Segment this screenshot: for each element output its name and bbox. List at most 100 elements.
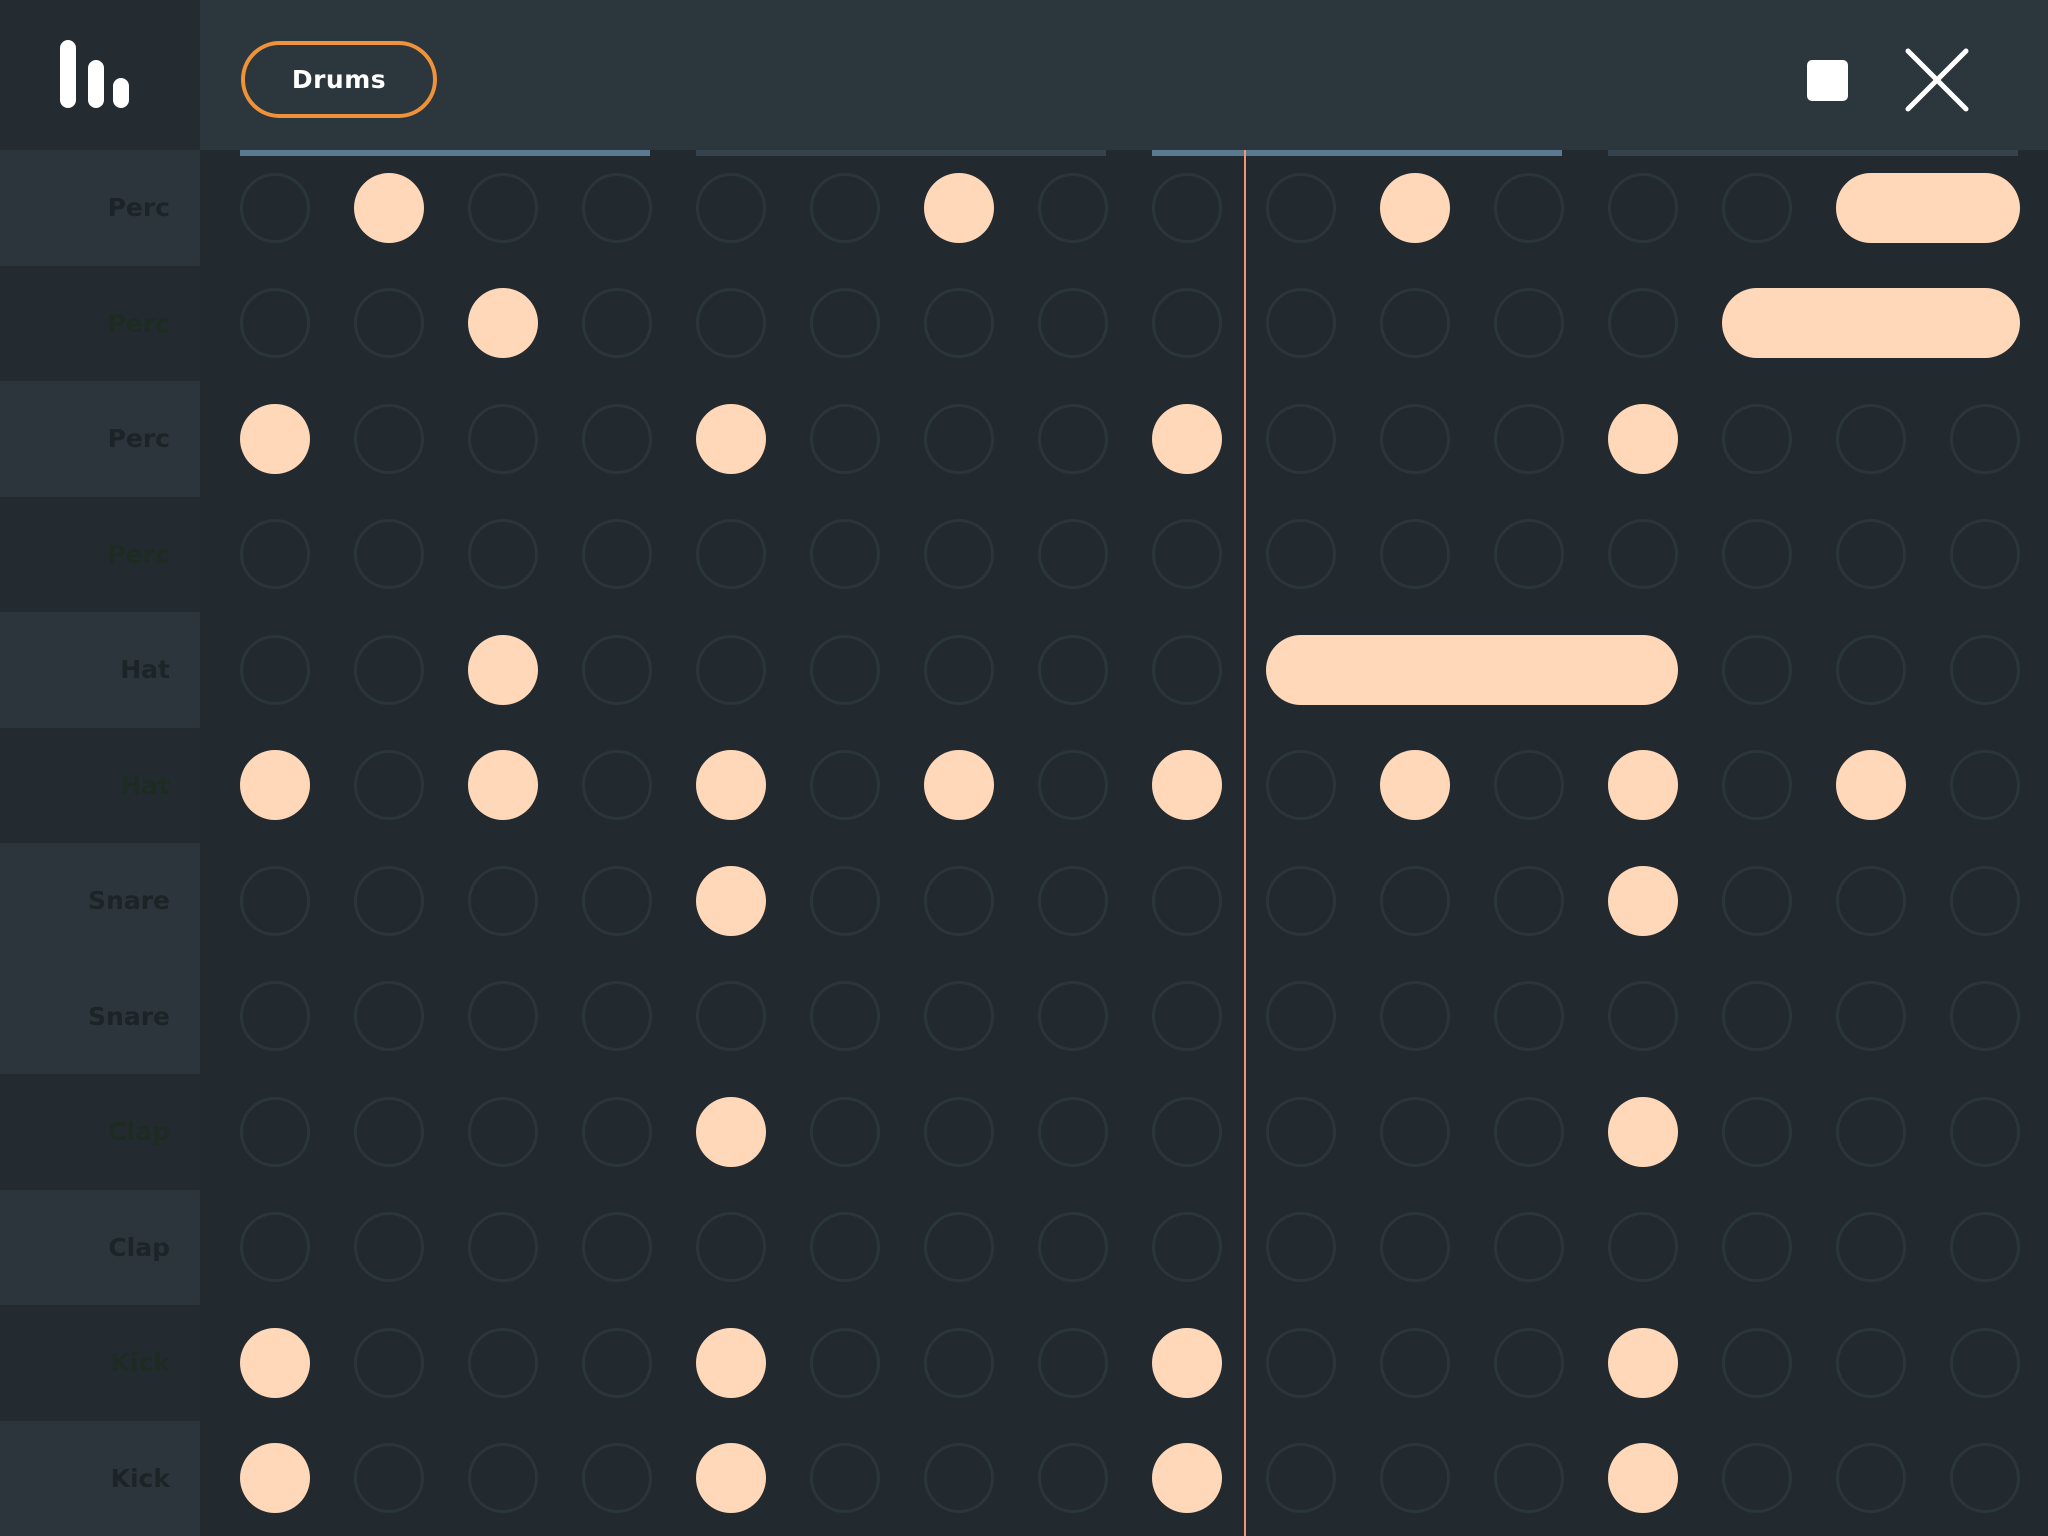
step-cell-empty[interactable] bbox=[1494, 981, 1564, 1052]
step-cell-empty[interactable] bbox=[696, 519, 766, 590]
step-cell-empty[interactable] bbox=[924, 865, 994, 936]
step-cell-empty[interactable] bbox=[1038, 865, 1108, 936]
step-note[interactable] bbox=[1380, 172, 1450, 243]
step-cell-empty[interactable] bbox=[1836, 519, 1906, 590]
step-cell-empty[interactable] bbox=[1266, 172, 1336, 243]
step-cell-empty[interactable] bbox=[1380, 1096, 1450, 1167]
step-cell-empty[interactable] bbox=[696, 288, 766, 359]
step-cell-empty[interactable] bbox=[810, 865, 880, 936]
step-cell-empty[interactable] bbox=[1950, 634, 2020, 705]
step-cell-empty[interactable] bbox=[1266, 403, 1336, 474]
step-note[interactable] bbox=[1608, 403, 1678, 474]
step-cell-empty[interactable] bbox=[1038, 288, 1108, 359]
step-cell-empty[interactable] bbox=[1380, 1212, 1450, 1283]
step-cell-empty[interactable] bbox=[924, 634, 994, 705]
step-cell-empty[interactable] bbox=[1494, 403, 1564, 474]
step-cell-empty[interactable] bbox=[1722, 981, 1792, 1052]
step-cell-empty[interactable] bbox=[810, 1212, 880, 1283]
step-cell-empty[interactable] bbox=[1152, 865, 1222, 936]
step-note[interactable] bbox=[468, 750, 538, 821]
step-cell-empty[interactable] bbox=[1266, 1327, 1336, 1398]
step-cell-empty[interactable] bbox=[1038, 172, 1108, 243]
step-cell-empty[interactable] bbox=[1152, 634, 1222, 705]
step-cell-empty[interactable] bbox=[1608, 1212, 1678, 1283]
step-note[interactable] bbox=[468, 634, 538, 705]
step-cell-empty[interactable] bbox=[582, 750, 652, 821]
step-cell-empty[interactable] bbox=[1836, 1212, 1906, 1283]
step-cell-empty[interactable] bbox=[1494, 519, 1564, 590]
step-cell-empty[interactable] bbox=[1836, 1443, 1906, 1514]
step-note[interactable] bbox=[696, 1443, 766, 1514]
step-cell-empty[interactable] bbox=[354, 634, 424, 705]
step-note[interactable] bbox=[924, 750, 994, 821]
step-cell-empty[interactable] bbox=[696, 981, 766, 1052]
step-cell-empty[interactable] bbox=[1038, 750, 1108, 821]
step-cell-empty[interactable] bbox=[696, 172, 766, 243]
step-note[interactable] bbox=[354, 172, 424, 243]
step-cell-empty[interactable] bbox=[1380, 519, 1450, 590]
step-cell-empty[interactable] bbox=[810, 1327, 880, 1398]
step-cell-empty[interactable] bbox=[354, 288, 424, 359]
step-cell-empty[interactable] bbox=[582, 1327, 652, 1398]
step-cell-empty[interactable] bbox=[354, 1212, 424, 1283]
step-cell-empty[interactable] bbox=[1722, 1327, 1792, 1398]
step-cell-empty[interactable] bbox=[1950, 1212, 2020, 1283]
step-note[interactable] bbox=[1608, 1096, 1678, 1167]
step-cell-empty[interactable] bbox=[1380, 403, 1450, 474]
step-cell-empty[interactable] bbox=[468, 1096, 538, 1167]
step-cell-empty[interactable] bbox=[468, 865, 538, 936]
step-cell-empty[interactable] bbox=[1608, 981, 1678, 1052]
step-cell-empty[interactable] bbox=[1494, 288, 1564, 359]
step-cell-empty[interactable] bbox=[1950, 403, 2020, 474]
step-cell-empty[interactable] bbox=[924, 1212, 994, 1283]
step-cell-empty[interactable] bbox=[1722, 865, 1792, 936]
step-cell-empty[interactable] bbox=[582, 981, 652, 1052]
step-cell-empty[interactable] bbox=[1950, 1443, 2020, 1514]
step-cell-empty[interactable] bbox=[354, 750, 424, 821]
step-note[interactable] bbox=[240, 1327, 310, 1398]
step-cell-empty[interactable] bbox=[1152, 1212, 1222, 1283]
step-note[interactable] bbox=[696, 750, 766, 821]
step-note[interactable] bbox=[1152, 750, 1222, 821]
step-note[interactable] bbox=[1608, 865, 1678, 936]
step-cell-empty[interactable] bbox=[810, 1096, 880, 1167]
step-cell-empty[interactable] bbox=[924, 519, 994, 590]
step-cell-empty[interactable] bbox=[696, 1212, 766, 1283]
step-cell-empty[interactable] bbox=[1836, 1327, 1906, 1398]
step-cell-empty[interactable] bbox=[1266, 1212, 1336, 1283]
step-cell-empty[interactable] bbox=[582, 172, 652, 243]
step-note[interactable] bbox=[1608, 1327, 1678, 1398]
step-cell-empty[interactable] bbox=[240, 981, 310, 1052]
step-cell-empty[interactable] bbox=[924, 1443, 994, 1514]
step-cell-empty[interactable] bbox=[1038, 519, 1108, 590]
step-cell-empty[interactable] bbox=[810, 519, 880, 590]
step-cell-empty[interactable] bbox=[1038, 1096, 1108, 1167]
step-cell-empty[interactable] bbox=[1722, 519, 1792, 590]
step-cell-empty[interactable] bbox=[468, 1327, 538, 1398]
step-cell-empty[interactable] bbox=[1950, 865, 2020, 936]
step-cell-empty[interactable] bbox=[354, 865, 424, 936]
step-cell-empty[interactable] bbox=[1494, 1212, 1564, 1283]
step-note[interactable] bbox=[240, 750, 310, 821]
step-cell-empty[interactable] bbox=[1380, 865, 1450, 936]
step-cell-empty[interactable] bbox=[582, 634, 652, 705]
step-cell-empty[interactable] bbox=[468, 981, 538, 1052]
step-cell-empty[interactable] bbox=[582, 865, 652, 936]
step-cell-empty[interactable] bbox=[1038, 1327, 1108, 1398]
step-cell-empty[interactable] bbox=[810, 172, 880, 243]
step-cell-empty[interactable] bbox=[1266, 865, 1336, 936]
step-cell-empty[interactable] bbox=[582, 1212, 652, 1283]
step-note[interactable] bbox=[1152, 403, 1222, 474]
step-cell-empty[interactable] bbox=[924, 1327, 994, 1398]
step-cell-empty[interactable] bbox=[924, 981, 994, 1052]
step-cell-empty[interactable] bbox=[240, 288, 310, 359]
step-cell-empty[interactable] bbox=[1950, 519, 2020, 590]
step-cell-empty[interactable] bbox=[1380, 1443, 1450, 1514]
step-cell-empty[interactable] bbox=[1038, 1443, 1108, 1514]
step-note[interactable] bbox=[1152, 1443, 1222, 1514]
step-cell-empty[interactable] bbox=[1380, 288, 1450, 359]
step-cell-empty[interactable] bbox=[582, 1443, 652, 1514]
step-note[interactable] bbox=[1152, 1327, 1222, 1398]
step-cell-empty[interactable] bbox=[240, 865, 310, 936]
step-cell-empty[interactable] bbox=[354, 403, 424, 474]
